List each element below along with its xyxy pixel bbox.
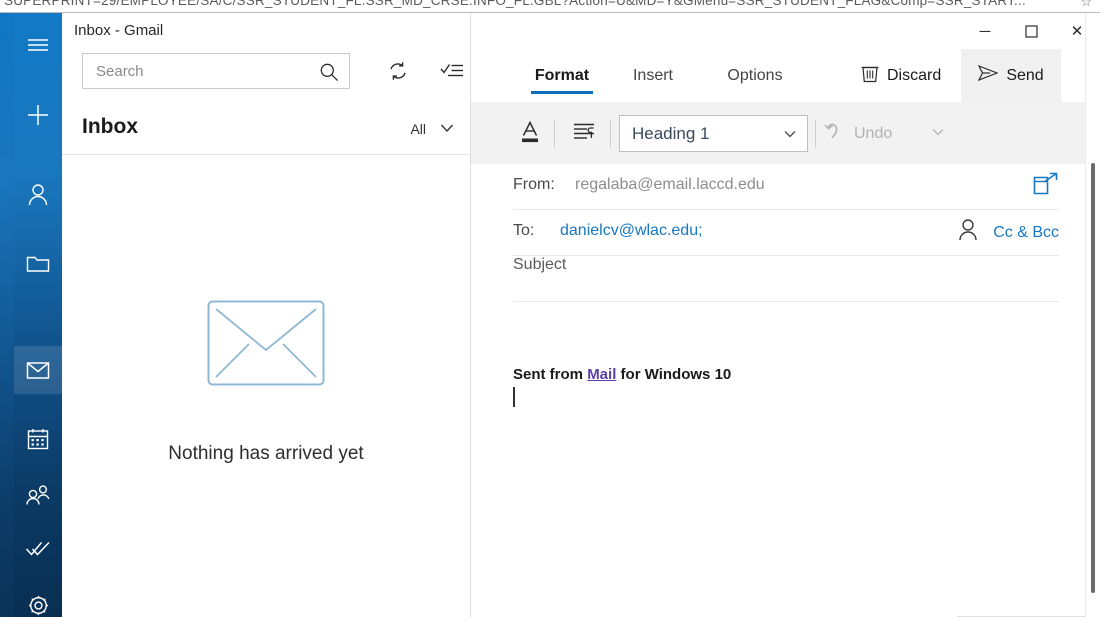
hamburger-menu-button[interactable] bbox=[14, 21, 62, 69]
sidebar-item-calendar[interactable] bbox=[14, 415, 62, 463]
send-paper-plane-icon bbox=[978, 64, 999, 86]
ribbon-tabs: Format Insert Options Discard Send bbox=[471, 49, 1100, 102]
people-icon bbox=[25, 484, 51, 506]
signature-prefix: Sent from bbox=[513, 366, 588, 383]
browser-url-strip: SUPERPRINT=29/EMPLOYEE/SA/C/SSR_STUDENT_… bbox=[0, 0, 1100, 13]
trash-icon bbox=[861, 64, 879, 88]
search-input[interactable]: Search bbox=[82, 53, 350, 89]
sync-button[interactable] bbox=[382, 57, 414, 89]
folder-icon bbox=[26, 253, 50, 273]
selection-mode-icon bbox=[440, 61, 464, 86]
window-title: Inbox - Gmail bbox=[74, 22, 164, 39]
empty-inbox-message: Nothing has arrived yet bbox=[168, 443, 364, 464]
tab-options[interactable]: Options bbox=[716, 49, 794, 102]
from-row: From: regalaba@email.laccd.edu bbox=[513, 164, 1059, 210]
search-placeholder: Search bbox=[96, 63, 144, 80]
cc-bcc-button[interactable]: Cc & Bcc bbox=[993, 224, 1059, 242]
plus-icon bbox=[27, 104, 49, 126]
empty-inbox-state: Nothing has arrived yet bbox=[62, 300, 470, 465]
calendar-icon bbox=[27, 428, 49, 450]
undo-label: Undo bbox=[854, 125, 893, 142]
navigation-rail bbox=[14, 13, 62, 617]
to-recipient[interactable]: danielcv@wlac.edu; bbox=[560, 222, 703, 240]
to-label: To: bbox=[513, 222, 535, 239]
search-row: Search bbox=[82, 53, 463, 93]
sidebar-item-settings[interactable] bbox=[14, 581, 62, 617]
tasks-check-icon bbox=[25, 540, 51, 558]
sidebar-item-mail[interactable] bbox=[14, 346, 62, 394]
filter-label[interactable]: All bbox=[410, 121, 426, 137]
window-controls: ─ ✕ bbox=[962, 13, 1100, 49]
discard-label: Discard bbox=[887, 66, 942, 84]
from-row-actions bbox=[1033, 172, 1059, 201]
vertical-scrollbar[interactable] bbox=[1085, 13, 1100, 617]
tab-insert[interactable]: Insert bbox=[623, 49, 683, 102]
paragraph-style-select[interactable]: Heading 1 bbox=[619, 115, 808, 152]
tab-format[interactable]: Format bbox=[529, 49, 595, 102]
signature-line: Sent from Mail for Windows 10 bbox=[513, 366, 731, 383]
sidebar-item-tasks[interactable] bbox=[14, 525, 62, 573]
pop-out-icon[interactable] bbox=[1033, 172, 1059, 201]
undo-chevron-down-icon[interactable] bbox=[930, 124, 946, 145]
message-body[interactable]: Sent from Mail for Windows 10 bbox=[513, 313, 1059, 603]
selection-mode-button[interactable] bbox=[436, 57, 468, 89]
signature-suffix: for Windows 10 bbox=[616, 366, 732, 383]
app-root: SUPERPRINT=29/EMPLOYEE/SA/C/SSR_STUDENT_… bbox=[0, 0, 1100, 617]
bookmark-star-icon[interactable]: ☆ bbox=[1080, 0, 1092, 10]
inbox-header: Inbox All bbox=[82, 111, 462, 155]
to-row-actions: Cc & Bcc bbox=[957, 218, 1059, 247]
accounts-button[interactable] bbox=[14, 171, 62, 219]
to-row: To: danielcv@wlac.edu; Cc & Bcc bbox=[513, 210, 1059, 256]
vertical-scrollbar-thumb[interactable] bbox=[1091, 163, 1095, 593]
person-picker-icon[interactable] bbox=[957, 218, 979, 247]
toolbar-separator bbox=[554, 120, 555, 148]
hamburger-menu-icon bbox=[27, 37, 49, 53]
person-icon bbox=[27, 183, 49, 207]
font-color-button[interactable] bbox=[513, 116, 547, 152]
send-button[interactable]: Send bbox=[961, 49, 1061, 102]
undo-button[interactable]: Undo bbox=[823, 116, 892, 152]
from-label: From: bbox=[513, 176, 555, 193]
paragraph-format-icon bbox=[572, 121, 596, 148]
undo-arrow-icon bbox=[823, 121, 847, 148]
list-header-divider bbox=[62, 154, 470, 155]
mail-icon bbox=[26, 361, 50, 380]
discard-button[interactable]: Discard bbox=[861, 49, 941, 102]
format-toolbar: Heading 1 Undo bbox=[471, 102, 1100, 164]
chevron-down-icon[interactable] bbox=[438, 119, 456, 142]
maximize-button[interactable] bbox=[1008, 13, 1054, 49]
signature-mail-link[interactable]: Mail bbox=[587, 366, 616, 383]
toolbar-separator bbox=[815, 120, 816, 148]
paragraph-format-button[interactable] bbox=[567, 116, 601, 152]
compose-pane: ─ ✕ Format Insert Options Discard Send H… bbox=[471, 13, 1100, 617]
chevron-down-icon bbox=[782, 126, 798, 147]
subject-placeholder: Subject bbox=[513, 256, 567, 273]
browser-url-text: SUPERPRINT=29/EMPLOYEE/SA/C/SSR_STUDENT_… bbox=[4, 0, 1026, 8]
from-value[interactable]: regalaba@email.laccd.edu bbox=[575, 176, 765, 194]
new-mail-button[interactable] bbox=[14, 91, 62, 139]
text-cursor bbox=[513, 387, 515, 407]
gear-icon bbox=[27, 594, 50, 617]
toolbar-separator bbox=[610, 120, 611, 148]
sidebar-item-people[interactable] bbox=[14, 471, 62, 519]
folders-button[interactable] bbox=[14, 239, 62, 287]
send-label: Send bbox=[1006, 66, 1044, 84]
subject-row[interactable]: Subject bbox=[513, 256, 1059, 302]
paragraph-style-value: Heading 1 bbox=[632, 124, 710, 143]
search-icon[interactable] bbox=[319, 62, 339, 87]
font-color-icon bbox=[518, 119, 542, 150]
accent-rail bbox=[0, 13, 14, 617]
envelope-icon bbox=[207, 300, 325, 391]
sync-icon bbox=[387, 60, 409, 87]
minimize-button[interactable]: ─ bbox=[962, 13, 1008, 49]
page-title: Inbox bbox=[82, 115, 138, 138]
